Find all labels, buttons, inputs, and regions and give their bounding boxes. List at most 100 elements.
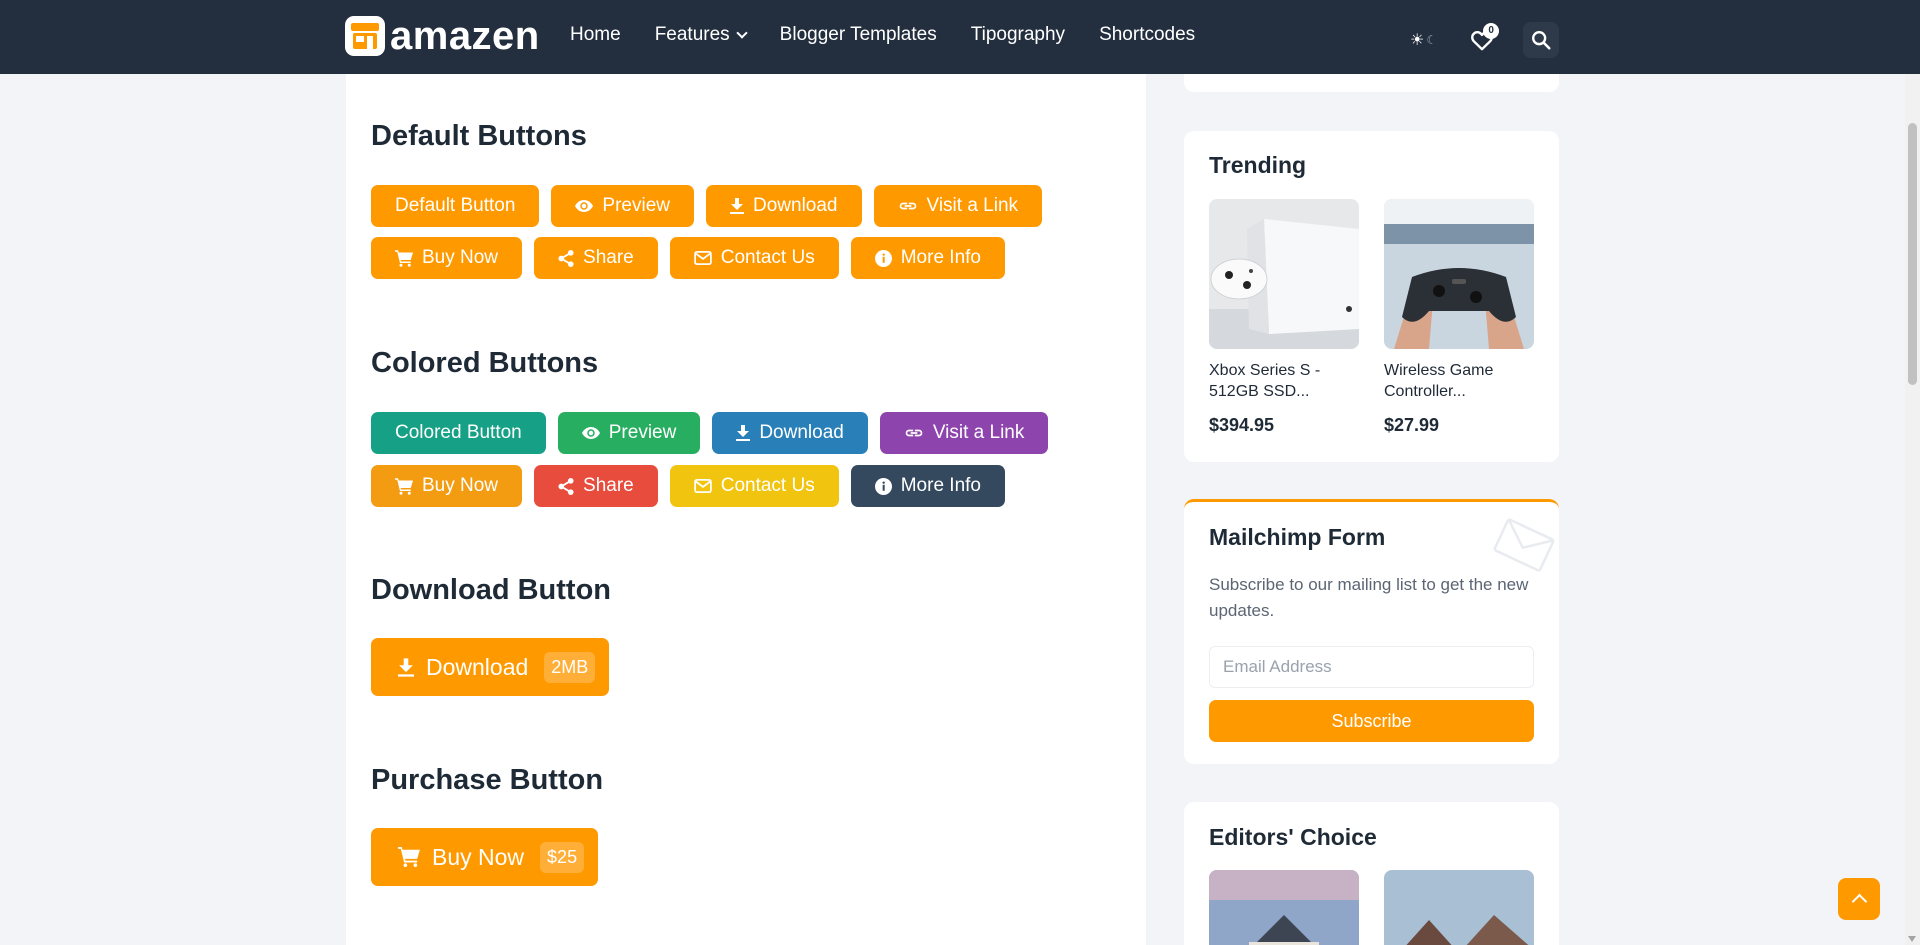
default-buttons-row-1: Default Button Preview Download Visit a … xyxy=(371,185,1054,227)
sun-icon: ☀ xyxy=(1410,32,1425,49)
mailchimp-title: Mailchimp Form xyxy=(1209,524,1386,550)
brand-name: amazen xyxy=(390,14,540,58)
chevron-down-icon xyxy=(736,26,748,39)
nav-item-shortcodes[interactable]: Shortcodes xyxy=(1099,24,1195,46)
product-name-line: Xbox Series S - xyxy=(1209,362,1321,379)
moon-icon: ☾ xyxy=(1426,33,1438,47)
nav-label: Shortcodes xyxy=(1099,24,1196,45)
cart-icon xyxy=(395,249,413,267)
mailchimp-description: Subscribe to our mailing list to get the… xyxy=(1209,575,1529,620)
colored-button[interactable]: Colored Button xyxy=(371,412,546,454)
buy-now-button[interactable]: Buy Now xyxy=(371,237,523,279)
theme-toggle[interactable]: ☀ ☾ xyxy=(1410,30,1437,50)
nav-item-home[interactable]: Home xyxy=(570,24,621,46)
contact-us-button[interactable]: Contact Us xyxy=(669,237,839,279)
product-image-controller[interactable] xyxy=(1384,199,1534,349)
subscribe-button[interactable]: Subscribe xyxy=(1209,700,1534,742)
share-icon xyxy=(558,477,574,495)
cart-icon xyxy=(398,847,420,867)
download-icon xyxy=(736,425,751,441)
download-icon xyxy=(398,657,414,677)
nav-label: Home xyxy=(570,24,621,45)
main-nav: Home Features Blogger Templates Tipograp… xyxy=(570,24,1229,46)
button-label: Default Button xyxy=(395,195,516,216)
preview-button-green[interactable]: Preview xyxy=(557,412,701,454)
download-icon xyxy=(730,198,744,214)
button-label: Colored Button xyxy=(395,422,522,443)
product-name-xbox[interactable]: Xbox Series S - 512GB SSD... xyxy=(1209,360,1359,402)
nav-item-blogger-templates[interactable]: Blogger Templates xyxy=(780,24,937,46)
download-button-blue[interactable]: Download xyxy=(712,412,868,454)
scroll-down-arrow-icon[interactable] xyxy=(1908,936,1916,942)
price-badge: $25 xyxy=(540,841,585,873)
chevron-up-icon xyxy=(1851,893,1867,910)
button-label: Visit a Link xyxy=(926,195,1019,216)
eye-icon xyxy=(581,426,600,440)
share-button[interactable]: Share xyxy=(534,237,658,279)
purchase-button[interactable]: Buy Now $25 xyxy=(371,828,599,886)
wishlist-button[interactable]: 0 xyxy=(1469,23,1500,54)
info-icon xyxy=(874,477,892,495)
cart-icon xyxy=(395,477,413,495)
product-price-controller: $27.99 xyxy=(1384,415,1440,435)
store-icon xyxy=(345,16,385,56)
editors-choice-image-1[interactable] xyxy=(1209,870,1359,945)
more-info-button[interactable]: More Info xyxy=(850,237,1005,279)
default-button[interactable]: Default Button xyxy=(371,185,540,227)
wishlist-count-badge: 0 xyxy=(1483,23,1500,39)
nav-label: Blogger Templates xyxy=(779,24,937,45)
nav-label: Features xyxy=(654,24,730,45)
section-title-purchase-button: Purchase Button xyxy=(371,764,604,796)
back-to-top-button[interactable] xyxy=(1838,878,1880,920)
trending-widget: Trending Xbox Series S - 512GB SSD... $3… xyxy=(1184,131,1559,462)
download-button[interactable]: Download xyxy=(706,185,862,227)
visit-link-button[interactable]: Visit a Link xyxy=(873,185,1043,227)
button-label: More Info xyxy=(900,475,981,496)
button-label: More Info xyxy=(900,247,981,268)
default-buttons-row-2: Buy Now Share Contact Us More Info xyxy=(371,237,1017,279)
button-label: Buy Now xyxy=(432,843,525,870)
button-label: Contact Us xyxy=(720,475,815,496)
search-icon xyxy=(1532,31,1551,50)
button-label: Download xyxy=(426,653,529,680)
eye-icon xyxy=(575,199,594,213)
button-label: Visit a Link xyxy=(932,422,1025,443)
button-label: Preview xyxy=(602,195,670,216)
visit-link-button-purple[interactable]: Visit a Link xyxy=(879,412,1049,454)
envelope-watermark-icon xyxy=(1493,518,1555,572)
product-price-xbox: $394.95 xyxy=(1209,415,1275,435)
section-title-default-buttons: Default Buttons xyxy=(371,120,587,152)
trending-title: Trending xyxy=(1209,152,1307,178)
top-navbar: amazen Home Features Blogger Templates T… xyxy=(0,0,1920,74)
scrollbar-thumb[interactable] xyxy=(1908,123,1917,385)
editors-choice-image-2[interactable] xyxy=(1384,870,1534,945)
nav-item-tipography[interactable]: Tipography xyxy=(971,24,1065,46)
nav-item-features[interactable]: Features xyxy=(654,24,748,46)
buy-now-button-orange[interactable]: Buy Now xyxy=(371,465,523,507)
product-name-controller[interactable]: Wireless Game Controller... xyxy=(1384,360,1534,402)
link-icon xyxy=(904,427,924,439)
section-title-colored-buttons: Colored Buttons xyxy=(371,347,599,379)
colored-buttons-row-2: Buy Now Share Contact Us More Info xyxy=(371,465,1017,507)
contact-us-button-yellow[interactable]: Contact Us xyxy=(669,465,839,507)
brand-logo[interactable]: amazen xyxy=(345,16,540,56)
button-label: Share xyxy=(583,247,634,268)
button-label: Share xyxy=(583,475,634,496)
page-scrollbar[interactable] xyxy=(1905,0,1920,945)
preview-button[interactable]: Preview xyxy=(551,185,694,227)
info-icon xyxy=(874,249,892,267)
mail-icon xyxy=(693,251,712,265)
share-button-red[interactable]: Share xyxy=(534,465,658,507)
editors-choice-widget: Editors' Choice xyxy=(1184,802,1559,945)
editors-choice-title: Editors' Choice xyxy=(1209,824,1377,850)
button-label: Preview xyxy=(608,422,677,443)
mail-icon xyxy=(693,479,712,493)
more-info-button-navy[interactable]: More Info xyxy=(850,465,1005,507)
product-image-xbox[interactable] xyxy=(1209,199,1359,349)
nav-label: Tipography xyxy=(970,24,1066,45)
product-name-line: Wireless Game xyxy=(1384,362,1494,379)
email-field[interactable] xyxy=(1209,646,1534,688)
search-button[interactable] xyxy=(1523,22,1560,58)
product-name-line: 512GB SSD... xyxy=(1209,383,1310,400)
download-file-button[interactable]: Download 2MB xyxy=(371,638,610,696)
